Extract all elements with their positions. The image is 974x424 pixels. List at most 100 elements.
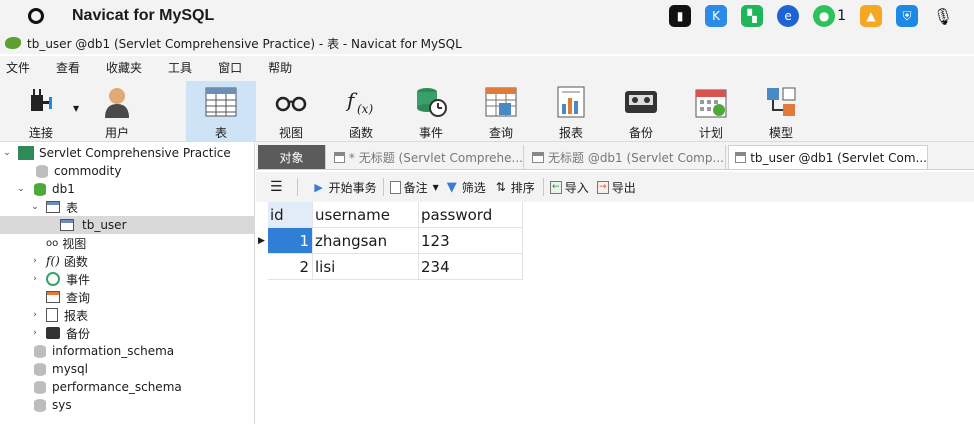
toolbar-backup-button[interactable]: 备份 <box>608 81 674 141</box>
event-icon <box>414 85 448 118</box>
memo-button[interactable]: 备注 ▼ <box>389 179 439 196</box>
tree-backups[interactable]: › 备份 <box>30 324 90 342</box>
tree-table-tb-user[interactable]: tb_user <box>0 216 254 234</box>
tree-db-performance-schema[interactable]: performance_schema <box>34 378 182 396</box>
collapse-chevron-icon[interactable]: ⌄ <box>16 184 26 194</box>
sort-button[interactable]: ⇅ 排序 <box>494 179 535 196</box>
menu-view[interactable]: 查看 <box>56 59 80 76</box>
tab-tb-user[interactable]: tb_user @db1 (Servlet Com... <box>728 145 928 169</box>
menu-window[interactable]: 窗口 <box>218 59 242 76</box>
expand-chevron-icon[interactable]: › <box>30 310 40 320</box>
tree-db-sys[interactable]: sys <box>34 396 72 414</box>
filter-button[interactable]: ▼ 筛选 <box>445 179 486 196</box>
toolbar-model-button[interactable]: 模型 <box>748 81 814 141</box>
divider <box>382 178 384 196</box>
menu-favorites[interactable]: 收藏夹 <box>106 59 142 76</box>
expand-chevron-icon[interactable]: › <box>30 328 40 338</box>
top-bar: Navicat for MySQL ▮ K ▚ e ● 1 ▲ ⛨ 🎙 <box>0 0 974 32</box>
system-tray: ▮ K ▚ e ● 1 ▲ ⛨ 🎙 <box>669 5 954 27</box>
import-button[interactable]: ← 导入 <box>549 179 589 196</box>
table-cell-username[interactable]: zhangsan <box>313 228 419 254</box>
expand-chevron-icon[interactable]: › <box>30 256 40 266</box>
window-title-bar: tb_user @db1 (Servlet Comprehensive Prac… <box>0 32 974 54</box>
table-cell-password[interactable]: 123 <box>419 228 523 254</box>
column-header-username[interactable]: username <box>313 202 419 228</box>
table-icon <box>60 219 74 231</box>
bookmark-icon[interactable]: ▮ <box>669 5 692 27</box>
tree-queries[interactable]: 查询 <box>46 288 90 306</box>
tab-untitled-query-1[interactable]: * 无标题 (Servlet Comprehe... <box>328 145 524 169</box>
export-button[interactable]: → 导出 <box>596 179 636 196</box>
toolbar-report-button[interactable]: 报表 <box>538 81 604 141</box>
report-icon <box>554 85 588 118</box>
connection-dropdown-icon[interactable]: ▼ <box>73 104 79 113</box>
toolbar-table-button[interactable]: 表 <box>186 81 256 141</box>
window-title: tb_user @db1 (Servlet Comprehensive Prac… <box>27 36 462 51</box>
table-cell-username[interactable]: lisi <box>313 254 419 280</box>
query-icon <box>484 85 518 118</box>
menu-help[interactable]: 帮助 <box>268 59 292 76</box>
divider <box>542 178 544 196</box>
tree-db-mysql[interactable]: mysql <box>34 360 88 378</box>
menu-tools[interactable]: 工具 <box>168 59 192 76</box>
app-name: Navicat for MySQL <box>72 7 215 24</box>
table-folder-icon <box>46 201 60 213</box>
menu-icon[interactable]: ☰ <box>270 179 283 195</box>
toolbar-user-button[interactable]: 用户 <box>84 81 150 141</box>
table-cell-id[interactable]: 1 <box>268 228 313 254</box>
table-icon <box>204 85 238 118</box>
grid-toolbar: ☰ ▶ 开始事务 备注 ▼ ▼ 筛选 ⇅ 排序 ← 导入 → 导出 <box>256 172 974 202</box>
current-row-indicator-icon: ▶ <box>258 236 265 246</box>
toolbar-view-button[interactable]: 视图 <box>258 81 324 141</box>
database-icon <box>36 164 48 178</box>
microphone-icon[interactable]: 🎙 <box>932 5 954 27</box>
report-icon <box>46 308 58 322</box>
green-app-icon[interactable]: ▚ <box>741 5 764 27</box>
collapse-chevron-icon[interactable]: ⌄ <box>2 148 12 158</box>
flame-icon[interactable]: ▲ <box>860 5 882 27</box>
toolbar-schedule-button[interactable]: 计划 <box>678 81 744 141</box>
database-open-icon <box>34 182 46 196</box>
table-cell-id[interactable]: 2 <box>268 254 313 280</box>
toolbar-query-button[interactable]: 查询 <box>468 81 534 141</box>
shield-icon[interactable]: ⛨ <box>896 5 918 27</box>
tab-objects[interactable]: 对象 <box>258 145 326 169</box>
function-icon: f() <box>46 254 60 268</box>
plug-icon <box>24 85 58 118</box>
tree-connection[interactable]: ⌄ Servlet Comprehensive Practice <box>2 144 231 162</box>
browser-icon[interactable]: e <box>777 5 800 27</box>
k-app-icon[interactable]: K <box>705 5 728 27</box>
tab-untitled-query-2[interactable]: 无标题 @db1 (Servlet Comp... <box>526 145 726 169</box>
model-icon <box>764 85 798 118</box>
collapse-chevron-icon[interactable]: ⌄ <box>30 202 40 212</box>
toolbar-event-button[interactable]: 事件 <box>398 81 464 141</box>
toolbar-connection-button[interactable]: 连接 <box>8 81 74 141</box>
begin-transaction-button[interactable]: ▶ 开始事务 <box>312 179 376 196</box>
tree-events[interactable]: › 事件 <box>30 270 90 288</box>
database-icon <box>34 380 46 394</box>
toolbar-function-button[interactable]: f (x) 函数 <box>328 81 394 141</box>
database-icon <box>34 344 46 358</box>
sort-icon: ⇅ <box>495 180 506 194</box>
tree-functions[interactable]: › f() 函数 <box>30 252 88 270</box>
filter-icon: ▼ <box>446 179 457 195</box>
menu-file[interactable]: 文件 <box>6 59 30 76</box>
column-header-id[interactable]: id <box>268 202 313 228</box>
divider <box>296 178 298 196</box>
tree-db-information-schema[interactable]: information_schema <box>34 342 174 360</box>
tree-views[interactable]: oo 视图 <box>46 234 86 252</box>
query-icon <box>334 151 345 163</box>
table-cell-password[interactable]: 234 <box>419 254 523 280</box>
expand-chevron-icon[interactable]: › <box>30 274 40 284</box>
column-header-password[interactable]: password <box>419 202 523 228</box>
apple-circle-icon[interactable] <box>28 8 44 24</box>
table-icon <box>735 152 747 163</box>
tree-db-db1[interactable]: ⌄ db1 <box>16 180 75 198</box>
tree-db-commodity[interactable]: commodity <box>36 162 121 180</box>
tree-tables[interactable]: ⌄ 表 <box>30 198 78 216</box>
wechat-icon[interactable]: ● <box>813 5 836 27</box>
backup-icon <box>624 85 658 118</box>
tree-reports[interactable]: › 报表 <box>30 306 88 324</box>
memo-dropdown-icon[interactable]: ▼ <box>433 183 439 192</box>
query-icon <box>46 291 60 303</box>
